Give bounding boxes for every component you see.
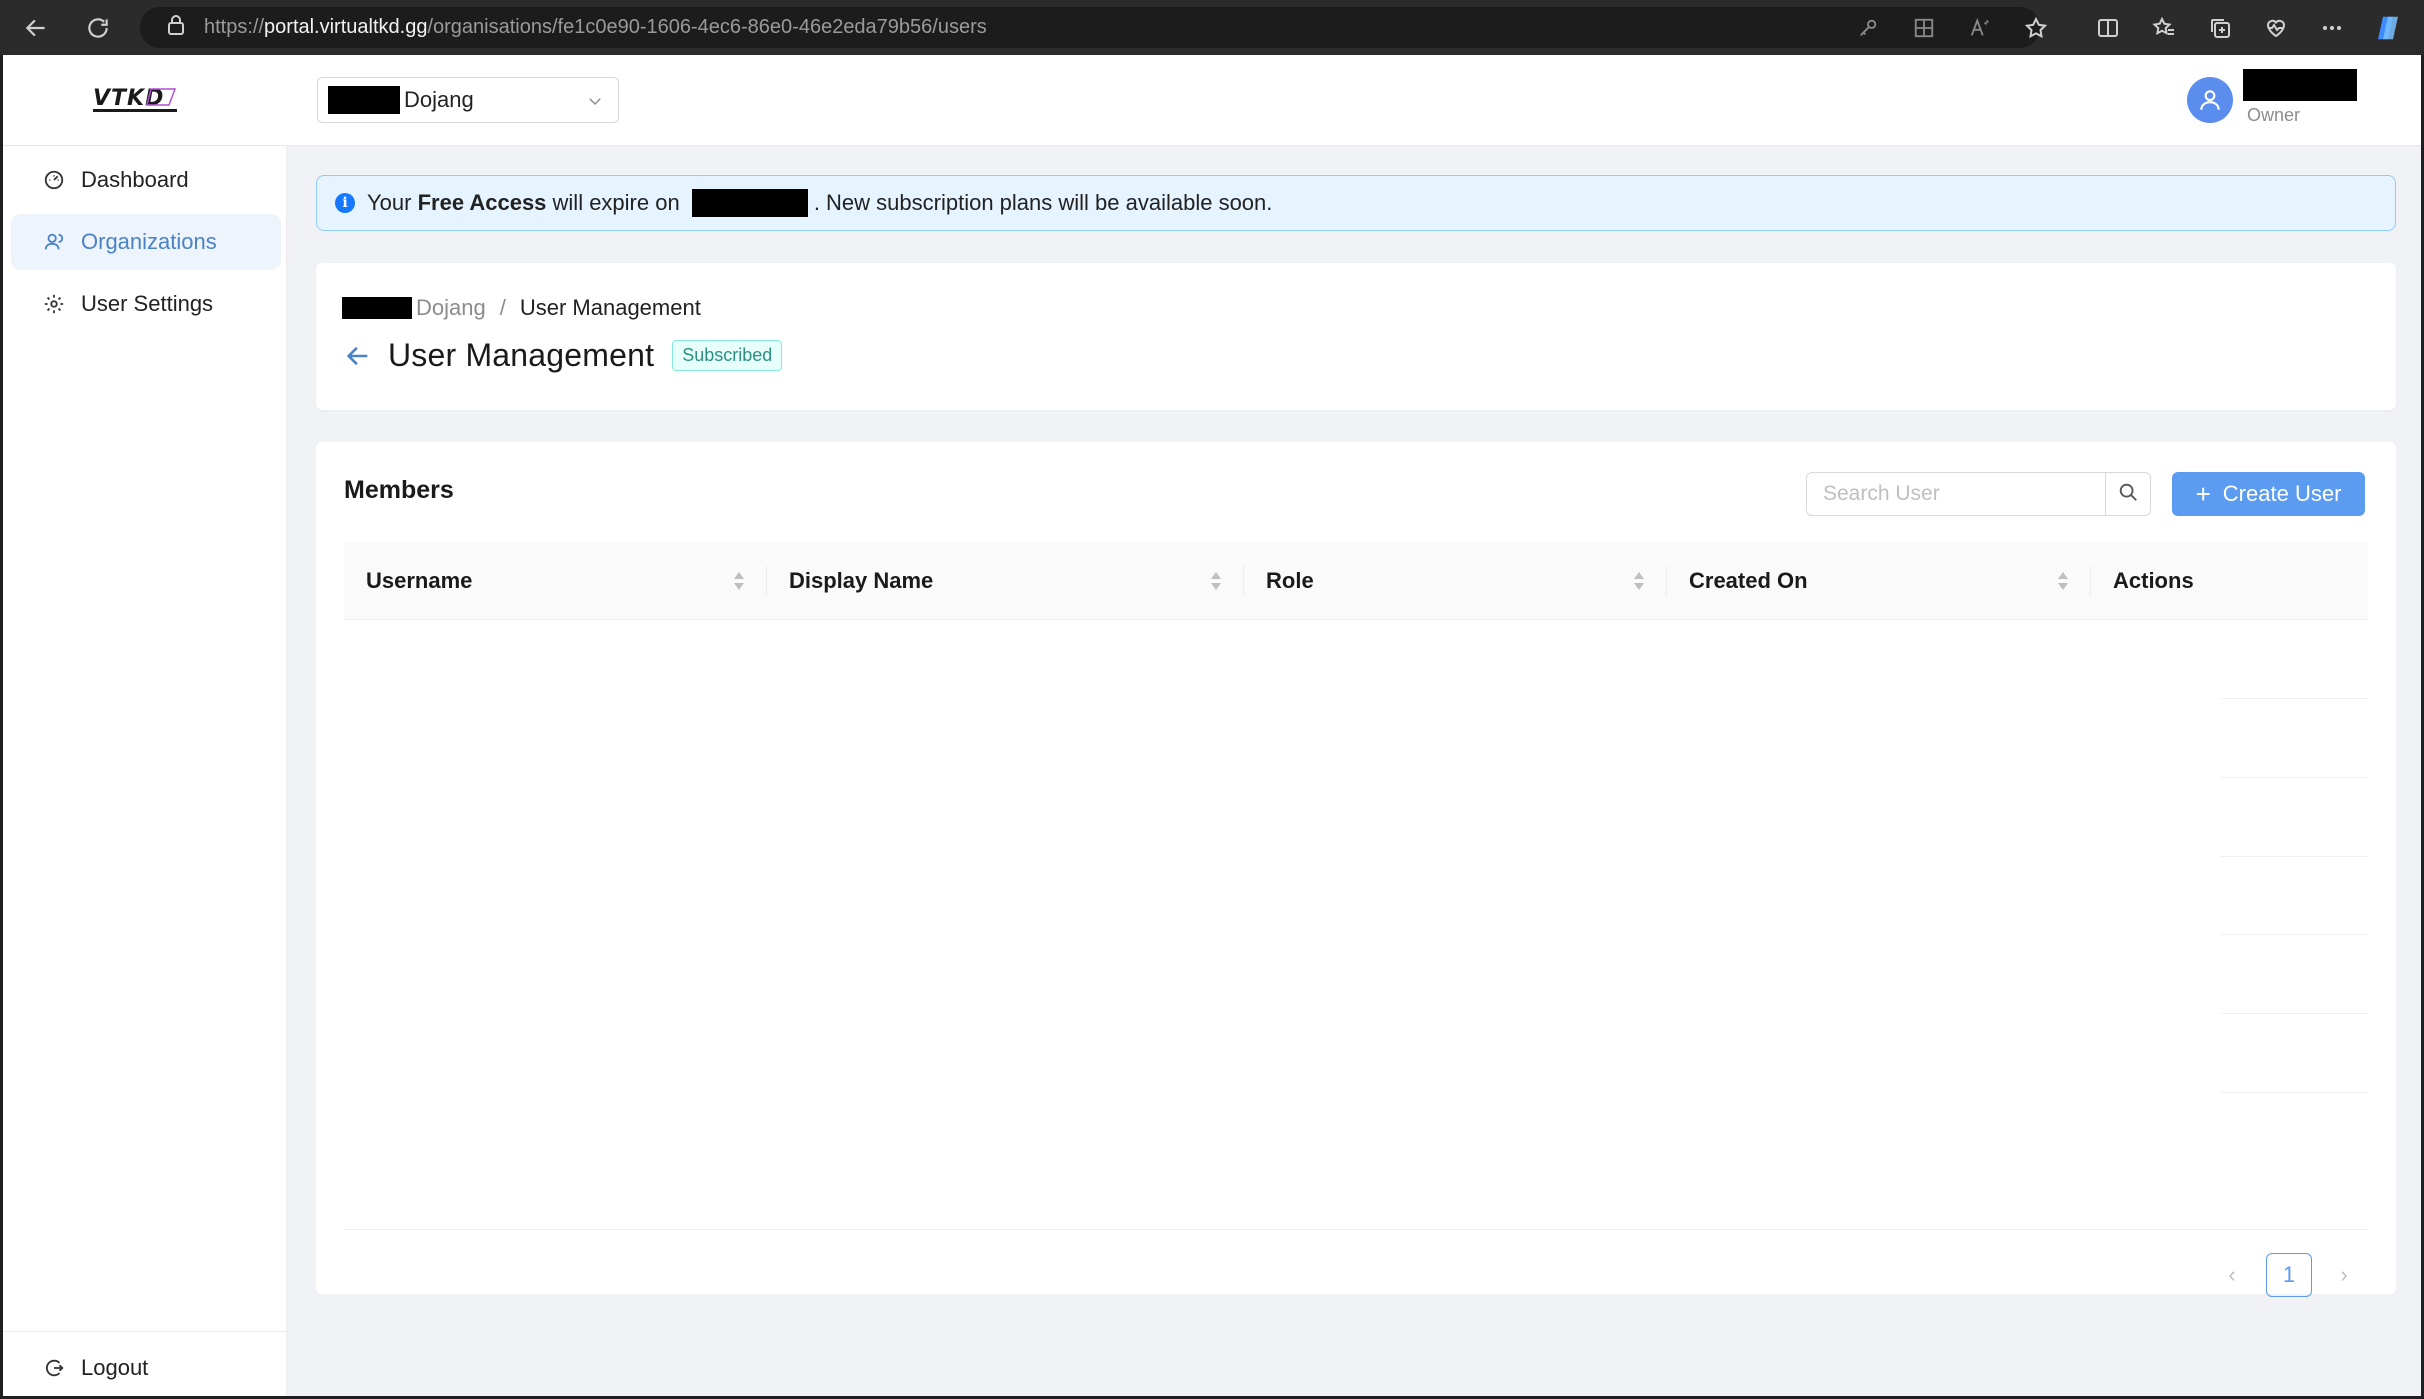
sidebar-item-logout[interactable]: Logout [11,1340,281,1396]
free-access-alert: i Your Free Access will expire on . New … [316,175,2396,231]
sort-icon[interactable] [1633,570,1645,598]
search-icon [2117,481,2139,508]
members-title: Members [344,476,454,504]
table-row-divider [2221,698,2368,699]
redacted-org-name [328,86,400,114]
table-row-divider [2221,1013,2368,1014]
sidebar-item-label: Logout [81,1355,149,1380]
back-arrow-icon[interactable] [14,6,58,50]
column-header-actions: Actions [2113,568,2194,593]
sidebar-item-user-settings[interactable]: User Settings [11,276,281,332]
sort-icon[interactable] [2057,570,2069,598]
chevron-down-icon [586,92,604,115]
sidebar-item-label: User Settings [81,291,214,316]
sidebar-item-dashboard[interactable]: Dashboard [11,152,281,208]
apps-icon[interactable] [1906,10,1942,46]
avatar[interactable] [2187,77,2233,123]
pagination-prev-button[interactable]: ‹ [2214,1253,2250,1297]
members-card: Members + Create User Username Display N… [316,442,2396,1297]
breadcrumb: Dojang / User Management [342,295,701,321]
back-arrow-icon[interactable] [344,341,374,371]
sidebar-item-label: Organizations [81,229,217,254]
table-row-divider [2221,1092,2368,1093]
table-row-divider [2221,934,2368,935]
sidebar-item-label: Dashboard [81,167,189,192]
more-icon[interactable] [2314,10,2350,46]
search-user-input[interactable] [1806,472,2106,516]
copilot-icon[interactable] [2370,10,2406,46]
sort-icon[interactable] [1210,570,1222,598]
collections-icon[interactable] [2202,10,2238,46]
address-bar[interactable]: https://portal.virtualtkd.gg/organisatio… [140,7,2040,48]
health-icon[interactable] [2258,10,2294,46]
sidebar-divider [3,1331,287,1332]
table-row-divider [2221,777,2368,778]
breadcrumb-current: User Management [519,295,701,320]
column-header-created-on[interactable]: Created On [1667,542,2091,620]
sidebar-item-organizations[interactable]: Organizations [11,214,281,270]
redacted-expiry-date [691,189,808,217]
url-text: https://portal.virtualtkd.gg/organisatio… [204,16,987,38]
lock-icon [166,14,186,41]
pagination-next-button[interactable]: › [2326,1253,2362,1297]
favorite-star-icon[interactable] [2018,10,2054,46]
user-role: Owner [2247,105,2301,125]
page-title: User Management [388,337,655,373]
org-select-label: Dojang [404,87,474,112]
redacted-user-name [2243,69,2357,101]
search-button[interactable] [2105,472,2151,516]
breadcrumb-org-link[interactable]: Dojang [416,295,486,321]
table-header: Username Display Name Role Created On Ac [344,542,2368,620]
organizations-icon [43,231,65,253]
vtkd-logo: VTKD [91,83,181,119]
topbar: VTKD Dojang Owner [3,55,2421,146]
browser-toolbar: https://portal.virtualtkd.gg/organisatio… [0,0,2424,55]
organization-select[interactable]: Dojang [317,77,619,123]
create-user-button[interactable]: + Create User [2172,472,2365,516]
reload-icon[interactable] [76,6,120,50]
status-badge: Subscribed [672,340,783,371]
gear-icon [43,293,65,315]
pagination-page-1[interactable]: 1 [2266,1253,2312,1297]
key-icon[interactable] [1850,10,1886,46]
app: VTKD Dojang Owner Dashboard Organization… [3,55,2421,1396]
page-header-card: Dojang / User Management User Management… [316,263,2396,410]
dashboard-icon [43,169,65,191]
plus-icon: + [2195,479,2211,509]
split-screen-icon[interactable] [2090,10,2126,46]
sidebar: Dashboard Organizations User Settings Lo… [3,146,287,1396]
sort-icon[interactable] [733,570,745,598]
column-header-display-name[interactable]: Display Name [767,542,1244,620]
table-bottom-border [344,1229,2368,1230]
column-header-role[interactable]: Role [1244,542,1667,620]
column-header-username[interactable]: Username [344,542,767,620]
favorites-icon[interactable] [2146,10,2182,46]
logout-icon [43,1357,65,1379]
info-icon: i [335,193,355,213]
read-aloud-icon[interactable] [1962,10,1998,46]
redacted-org-name [342,297,412,319]
table-row-divider [2221,856,2368,857]
